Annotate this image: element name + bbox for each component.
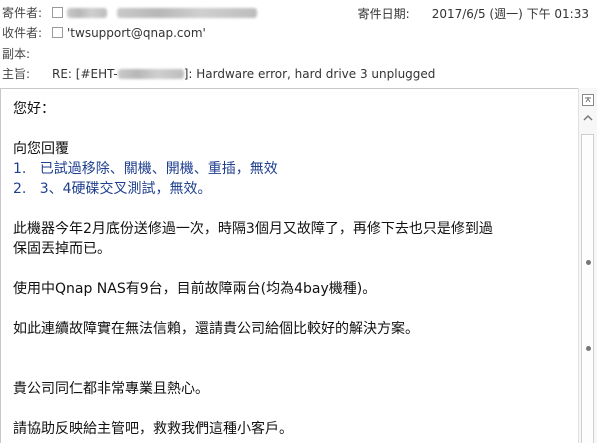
scroll-marker <box>586 260 591 265</box>
vertical-scrollbar[interactable] <box>578 88 597 443</box>
date-value: 2017/6/5 (週一) 下午 01:33 <box>431 7 589 21</box>
contact-icon <box>52 7 63 18</box>
to-value[interactable]: 'twsupport@qnap.com' <box>52 23 206 43</box>
to-address: 'twsupport@qnap.com' <box>67 26 206 40</box>
scrollbar-thumb[interactable] <box>581 134 594 443</box>
paragraph-4: 貴公司同仁都非常專業且熱心。 <box>13 381 209 397</box>
subject-prefix: RE: [#EHT- <box>52 67 118 81</box>
greeting: 您好： <box>13 101 55 117</box>
message-body: 您好： 向您回覆 1. 已試過移除、關機、開機、重插，無效 2. 3、4硬碟交叉… <box>0 88 597 443</box>
ticket-id-redacted <box>117 69 184 79</box>
paragraph-1-line-2: 保固丟掉而已。 <box>13 241 111 257</box>
scroll-up-icon[interactable] <box>582 112 594 124</box>
list-item-2: 2. 3、4硬碟交叉測試，無效。 <box>13 181 212 197</box>
paragraph-3: 如此連續故障實在無法信賴，還請貴公司給個比較好的解決方案。 <box>13 321 419 337</box>
subject-suffix: ]: Hardware error, hard drive 3 unplugge… <box>183 67 436 81</box>
paragraph-2: 使用中Qnap NAS有9台，目前故障兩台(均為4bay機種)。 <box>13 281 377 297</box>
cc-label: 副本: <box>2 47 31 61</box>
from-label: 寄件者: <box>2 6 43 20</box>
message-header: 寄件者: 寄件日期: 2017/6/5 (週一) 下午 01:33 收件者: 't… <box>0 0 597 88</box>
contact-icon <box>52 27 63 38</box>
message-text: 您好： 向您回覆 1. 已試過移除、關機、開機、重插，無效 2. 3、4硬碟交叉… <box>13 99 573 439</box>
list-item-1: 1. 已試過移除、關機、開機、重插，無效 <box>13 161 278 177</box>
reply-intro: 向您回覆 <box>13 141 69 157</box>
translate-icon[interactable] <box>582 94 594 106</box>
scroll-marker <box>586 346 591 351</box>
paragraph-5: 請協助反映給主管吧，救救我們這種小客戶。 <box>13 421 293 437</box>
paragraph-1-line-1: 此機器今年2月底份送修過一次，時隔3個月又故障了，再修下去也只是修到過 <box>13 221 493 237</box>
to-label: 收件者: <box>2 26 43 40</box>
subject-label: 主旨: <box>2 67 31 81</box>
from-value[interactable] <box>52 3 257 23</box>
sender-name-redacted <box>67 8 107 18</box>
sent-date: 寄件日期: 2017/6/5 (週一) 下午 01:33 <box>358 5 589 22</box>
sender-email-redacted <box>116 8 257 18</box>
date-label: 寄件日期: <box>357 7 410 21</box>
subject-value: RE: [#EHT- ]: Hardware error, hard drive … <box>52 64 435 84</box>
